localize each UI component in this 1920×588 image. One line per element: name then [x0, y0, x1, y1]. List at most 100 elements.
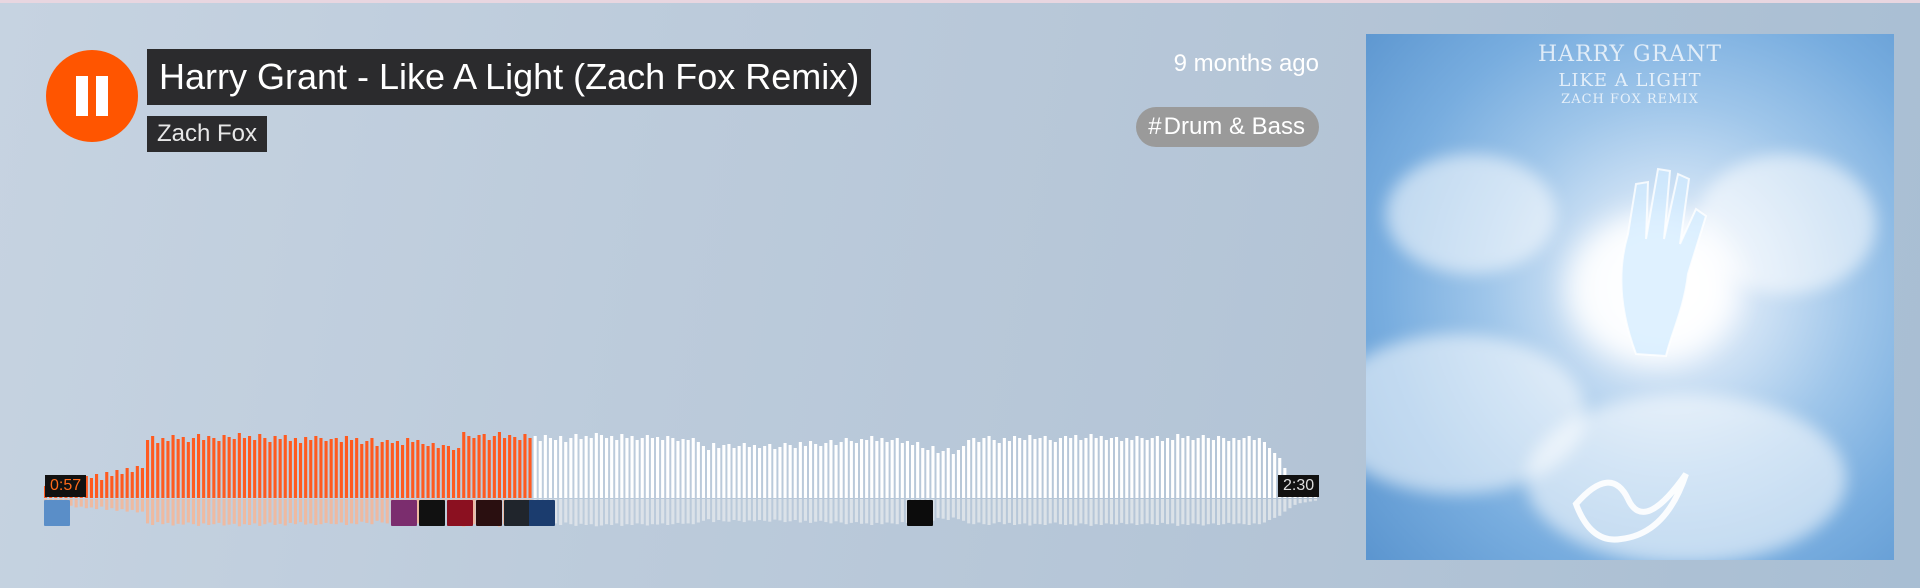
waveform-bar[interactable]	[640, 438, 644, 498]
waveform-bar[interactable]	[747, 447, 751, 498]
waveform-bar[interactable]	[411, 442, 415, 498]
waveform-bar[interactable]	[650, 438, 654, 498]
waveform-bar[interactable]	[676, 441, 680, 498]
waveform-bar[interactable]	[1084, 438, 1088, 498]
waveform-bar[interactable]	[1043, 436, 1047, 498]
waveform-bar[interactable]	[538, 441, 542, 498]
waveform-bar[interactable]	[482, 434, 486, 498]
waveform-bar[interactable]	[574, 434, 578, 498]
waveform-bar[interactable]	[788, 445, 792, 498]
waveform-bar[interactable]	[202, 440, 206, 498]
waveform-bar[interactable]	[1053, 442, 1057, 498]
waveform-bar[interactable]	[288, 441, 292, 498]
waveform-bar[interactable]	[691, 438, 695, 498]
waveform-bar[interactable]	[467, 436, 471, 498]
waveform-bar[interactable]	[1201, 435, 1205, 498]
waveform-bar[interactable]	[758, 448, 762, 498]
waveform-bar[interactable]	[309, 440, 313, 498]
waveform-bar[interactable]	[1160, 441, 1164, 498]
waveform-bar[interactable]	[656, 437, 660, 498]
waveform-bar[interactable]	[701, 446, 705, 498]
waveform-bar[interactable]	[946, 448, 950, 498]
waveform-bar[interactable]	[543, 435, 547, 498]
waveform-bar[interactable]	[329, 439, 333, 498]
waveform-bar[interactable]	[324, 441, 328, 498]
waveform-bar[interactable]	[125, 468, 129, 498]
waveform-bar[interactable]	[222, 435, 226, 498]
waveform-bar[interactable]	[513, 437, 517, 498]
track-title[interactable]: Harry Grant - Like A Light (Zach Fox Rem…	[147, 49, 872, 105]
waveform-bar[interactable]	[905, 441, 909, 498]
waveform-bar[interactable]	[798, 442, 802, 498]
waveform-bar[interactable]	[1171, 440, 1175, 498]
waveform-bar[interactable]	[860, 439, 864, 498]
waveform-bar[interactable]	[554, 440, 558, 498]
waveform-bar[interactable]	[299, 443, 303, 498]
waveform-bar[interactable]	[401, 445, 405, 498]
waveform-bar[interactable]	[375, 446, 379, 498]
waveform-bar[interactable]	[951, 454, 955, 498]
waveform-bar[interactable]	[1222, 438, 1226, 498]
waveform-bar[interactable]	[1217, 436, 1221, 498]
waveform-bar[interactable]	[926, 450, 930, 498]
waveform-bar[interactable]	[803, 446, 807, 498]
waveform-bar[interactable]	[599, 435, 603, 498]
waveform-bar[interactable]	[487, 440, 491, 498]
waveform-bar[interactable]	[1028, 435, 1032, 498]
waveform-bar[interactable]	[997, 443, 1001, 498]
waveform-bar[interactable]	[472, 438, 476, 498]
waveform-bar[interactable]	[130, 472, 134, 498]
waveform-bar[interactable]	[385, 440, 389, 498]
waveform-bar[interactable]	[890, 440, 894, 498]
waveform-bar[interactable]	[589, 438, 593, 498]
waveform-bar[interactable]	[258, 434, 262, 498]
waveform-bar[interactable]	[752, 445, 756, 498]
waveform-bar[interactable]	[615, 440, 619, 498]
waveform-bar[interactable]	[967, 440, 971, 498]
waveform-bar[interactable]	[742, 443, 746, 498]
waveform-bar[interactable]	[1013, 436, 1017, 498]
waveform-bar[interactable]	[497, 432, 501, 498]
avatar-user-8[interactable]	[907, 500, 934, 526]
waveform-bar[interactable]	[1048, 440, 1052, 498]
waveform-bar[interactable]	[533, 436, 537, 498]
waveform-bar[interactable]	[436, 448, 440, 498]
waveform[interactable]	[44, 390, 1319, 550]
waveform-bar[interactable]	[584, 436, 588, 498]
waveform-bar[interactable]	[839, 442, 843, 498]
waveform-bar[interactable]	[197, 434, 201, 498]
waveform-bar[interactable]	[477, 435, 481, 498]
waveform-bar[interactable]	[89, 478, 93, 498]
waveform-bar[interactable]	[253, 440, 257, 498]
waveform-bar[interactable]	[610, 436, 614, 498]
waveform-bar[interactable]	[977, 442, 981, 498]
waveform-bar[interactable]	[717, 448, 721, 498]
waveform-bar[interactable]	[712, 443, 716, 498]
waveform-bar[interactable]	[446, 446, 450, 498]
waveform-bar[interactable]	[518, 440, 522, 498]
waveform-bar[interactable]	[1166, 438, 1170, 498]
waveform-bar[interactable]	[1018, 438, 1022, 498]
avatar-user-6[interactable]	[504, 500, 531, 526]
waveform-bar[interactable]	[344, 436, 348, 498]
waveform-bar[interactable]	[457, 448, 461, 498]
waveform-bar[interactable]	[95, 474, 99, 498]
waveform-bar[interactable]	[548, 438, 552, 498]
genre-tag[interactable]: #Drum & Bass	[1136, 107, 1319, 147]
waveform-bar[interactable]	[982, 438, 986, 498]
waveform-bar[interactable]	[462, 432, 466, 498]
waveform-bar[interactable]	[569, 438, 573, 498]
waveform-bar[interactable]	[686, 440, 690, 498]
avatar-user-3[interactable]	[418, 500, 445, 526]
waveform-bar[interactable]	[1227, 441, 1231, 498]
waveform-bar[interactable]	[1033, 439, 1037, 498]
waveform-bar[interactable]	[763, 446, 767, 498]
waveform-bar[interactable]	[242, 438, 246, 498]
waveform-bar[interactable]	[176, 439, 180, 498]
avatar-user-7[interactable]	[528, 500, 555, 526]
waveform-bar[interactable]	[1191, 440, 1195, 498]
waveform-bar[interactable]	[671, 438, 675, 498]
waveform-bar[interactable]	[503, 438, 507, 498]
waveform-bar[interactable]	[645, 435, 649, 498]
waveform-bar[interactable]	[319, 438, 323, 498]
